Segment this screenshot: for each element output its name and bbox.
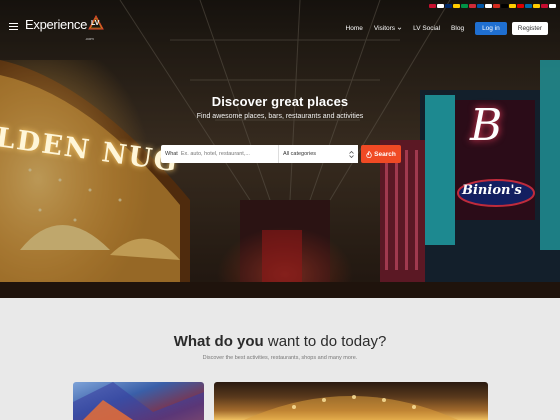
activity-card[interactable]	[214, 382, 488, 420]
login-button[interactable]: Log in	[475, 22, 507, 35]
category-select-value: All categories	[283, 151, 317, 157]
language-flags	[429, 4, 556, 8]
nav-visitors-label: Visitors	[373, 25, 396, 32]
top-navbar: Experience LV .com Home Visitors LV Soci…	[0, 12, 560, 42]
search-button-label: Search	[374, 150, 396, 158]
flag-icon[interactable]	[533, 4, 540, 8]
chevron-down-icon	[397, 27, 402, 30]
section-title-rest: want to do today?	[263, 333, 387, 350]
site-logo[interactable]: Experience LV .com	[25, 15, 104, 41]
select-arrows-icon	[349, 150, 354, 158]
flag-icon[interactable]	[437, 4, 444, 8]
category-select[interactable]: All categories	[279, 145, 358, 163]
activity-card-image	[244, 395, 458, 420]
nav-visitors[interactable]: Visitors	[374, 25, 402, 32]
activity-card[interactable]	[73, 382, 204, 420]
nav-home[interactable]: Home	[346, 25, 363, 32]
hero-title: Discover great places	[211, 94, 349, 109]
search-what-label: What	[165, 151, 178, 157]
flag-icon[interactable]	[485, 4, 492, 8]
flag-icon[interactable]	[445, 4, 452, 8]
flag-icon[interactable]	[541, 4, 548, 8]
hero-banner: LDEN NUG B Binion's Experience LV .com H…	[0, 0, 560, 298]
flag-icon[interactable]	[509, 4, 516, 8]
flag-icon[interactable]	[493, 4, 500, 8]
nav-lv-social-label: LV Social	[413, 25, 441, 32]
binions-sign: Binion's	[462, 183, 522, 198]
flag-icon[interactable]	[517, 4, 524, 8]
logo-text: Experience	[25, 17, 88, 32]
search-input[interactable]	[180, 151, 277, 157]
search-button[interactable]: Search	[361, 145, 401, 163]
flag-icon[interactable]	[501, 4, 508, 8]
flag-icon[interactable]	[429, 4, 436, 8]
section-title-bold: What do you	[173, 333, 264, 350]
fire-icon	[366, 150, 372, 158]
search-what-field[interactable]: What	[161, 145, 279, 163]
flag-icon[interactable]	[469, 4, 476, 8]
hero-subtitle: Find awesome places, bars, restaurants a…	[196, 113, 364, 120]
flag-icon[interactable]	[549, 4, 556, 8]
nav-links: Home Visitors LV Social Blog Log in Regi…	[346, 22, 548, 35]
menu-icon[interactable]	[9, 23, 18, 30]
flag-icon[interactable]	[525, 4, 532, 8]
section-subtitle: Discover the best activities, restaurant…	[202, 355, 358, 361]
flag-icon[interactable]	[461, 4, 468, 8]
logo-sub: .com	[85, 36, 94, 41]
nav-lv-social[interactable]: LV Social	[413, 25, 440, 32]
register-button[interactable]: Register	[511, 22, 548, 35]
activity-card-image	[73, 382, 204, 420]
search-bar: What All categories Search	[161, 145, 401, 163]
flag-icon[interactable]	[477, 4, 484, 8]
section-title: What do you want to do today?	[0, 333, 560, 350]
logo-mark-icon: LV	[88, 15, 104, 31]
logo-mark-text: LV	[91, 20, 100, 27]
nav-home-label: Home	[345, 25, 363, 32]
nav-blog-label: Blog	[451, 25, 465, 32]
nav-blog[interactable]: Blog	[451, 25, 464, 32]
flag-icon[interactable]	[453, 4, 460, 8]
